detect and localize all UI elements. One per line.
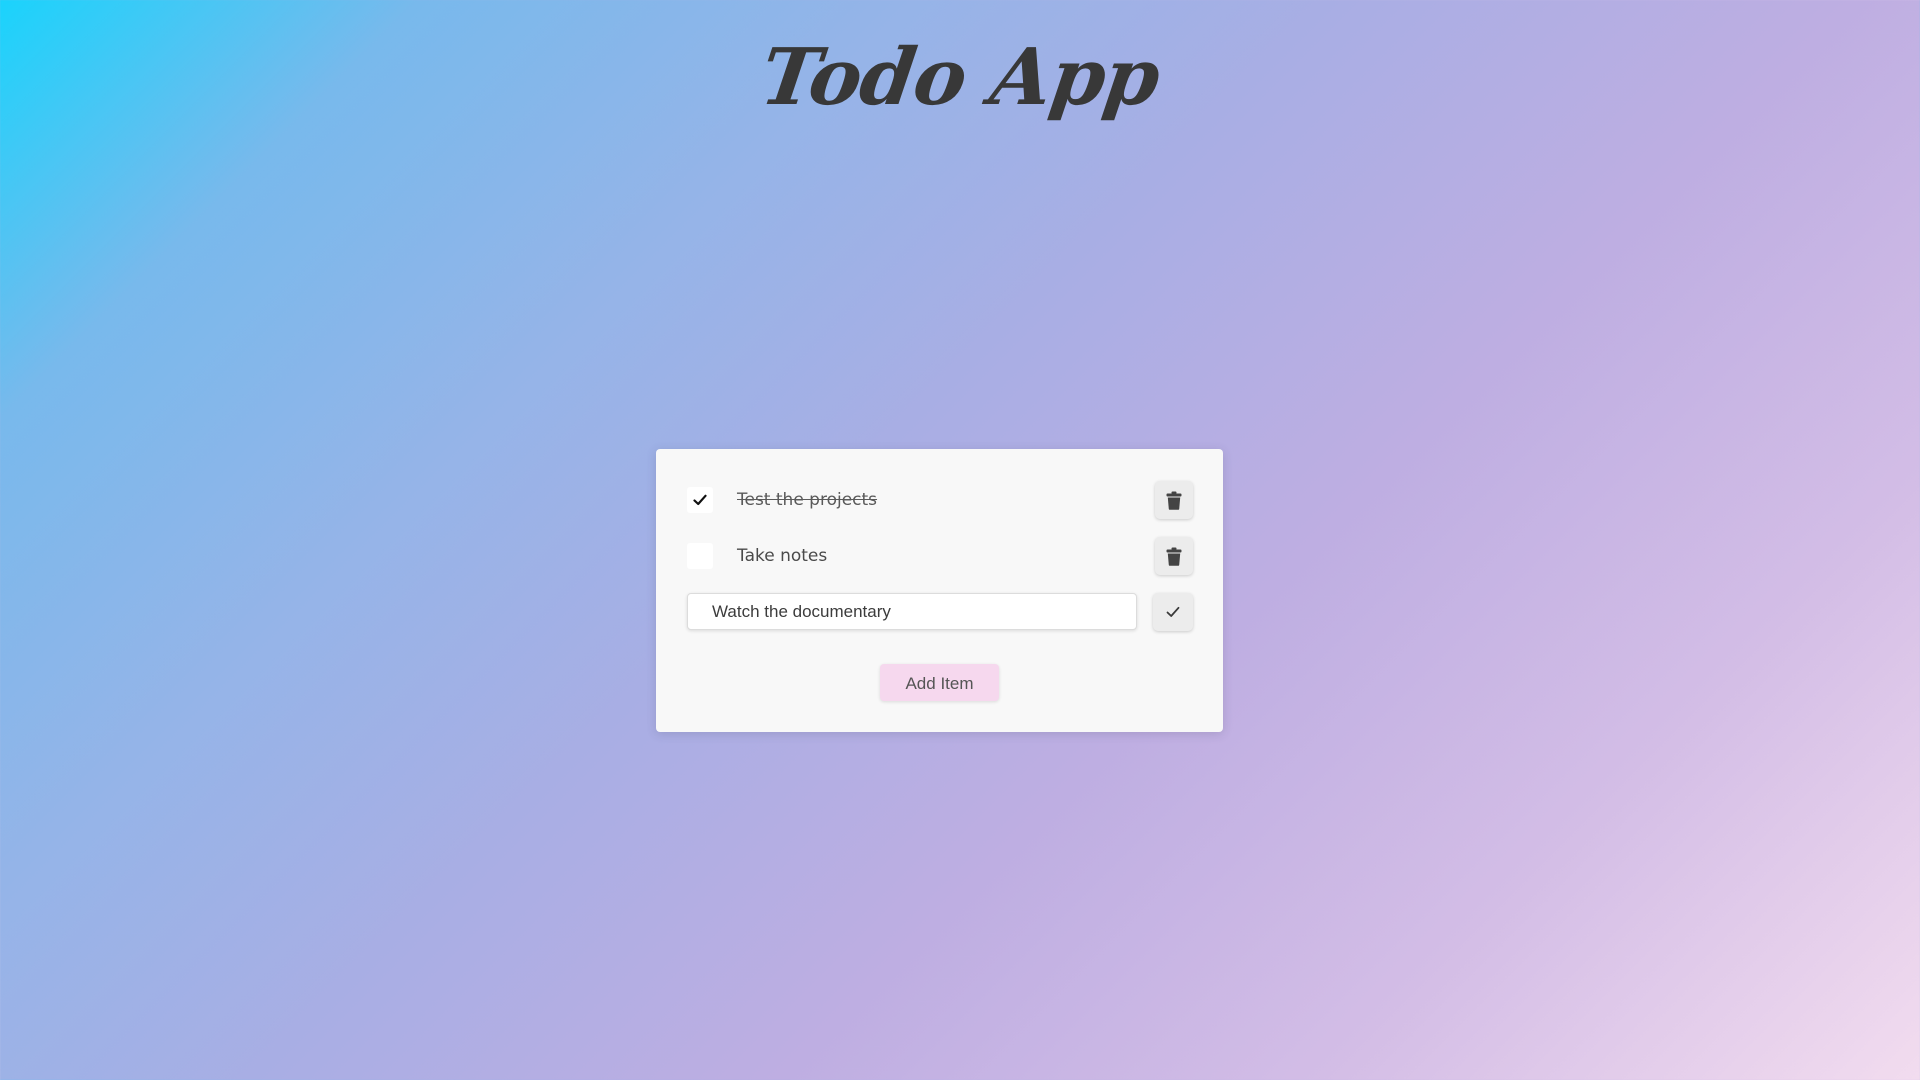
- todo-item: Take notes: [687, 535, 1193, 575]
- delete-button[interactable]: [1155, 537, 1193, 575]
- todo-text: Take notes: [737, 546, 828, 566]
- trash-icon: [1166, 491, 1182, 510]
- todo-text: Test the projects: [737, 490, 878, 510]
- edit-row: [687, 592, 1193, 632]
- delete-button[interactable]: [1155, 481, 1193, 519]
- add-item-button[interactable]: Add Item: [880, 664, 999, 701]
- todo-checkbox-checked[interactable]: [687, 487, 713, 513]
- todo-item: Test the projects: [687, 479, 1193, 519]
- todo-card: Test the projects Take notes Ad: [656, 449, 1223, 732]
- trash-icon: [1166, 547, 1182, 566]
- check-icon: [693, 494, 707, 506]
- check-icon: [1166, 606, 1180, 617]
- confirm-edit-button[interactable]: [1153, 593, 1193, 631]
- edit-todo-input[interactable]: [687, 593, 1137, 630]
- app-title: Todo App: [755, 32, 1165, 123]
- todo-checkbox-unchecked[interactable]: [687, 543, 713, 569]
